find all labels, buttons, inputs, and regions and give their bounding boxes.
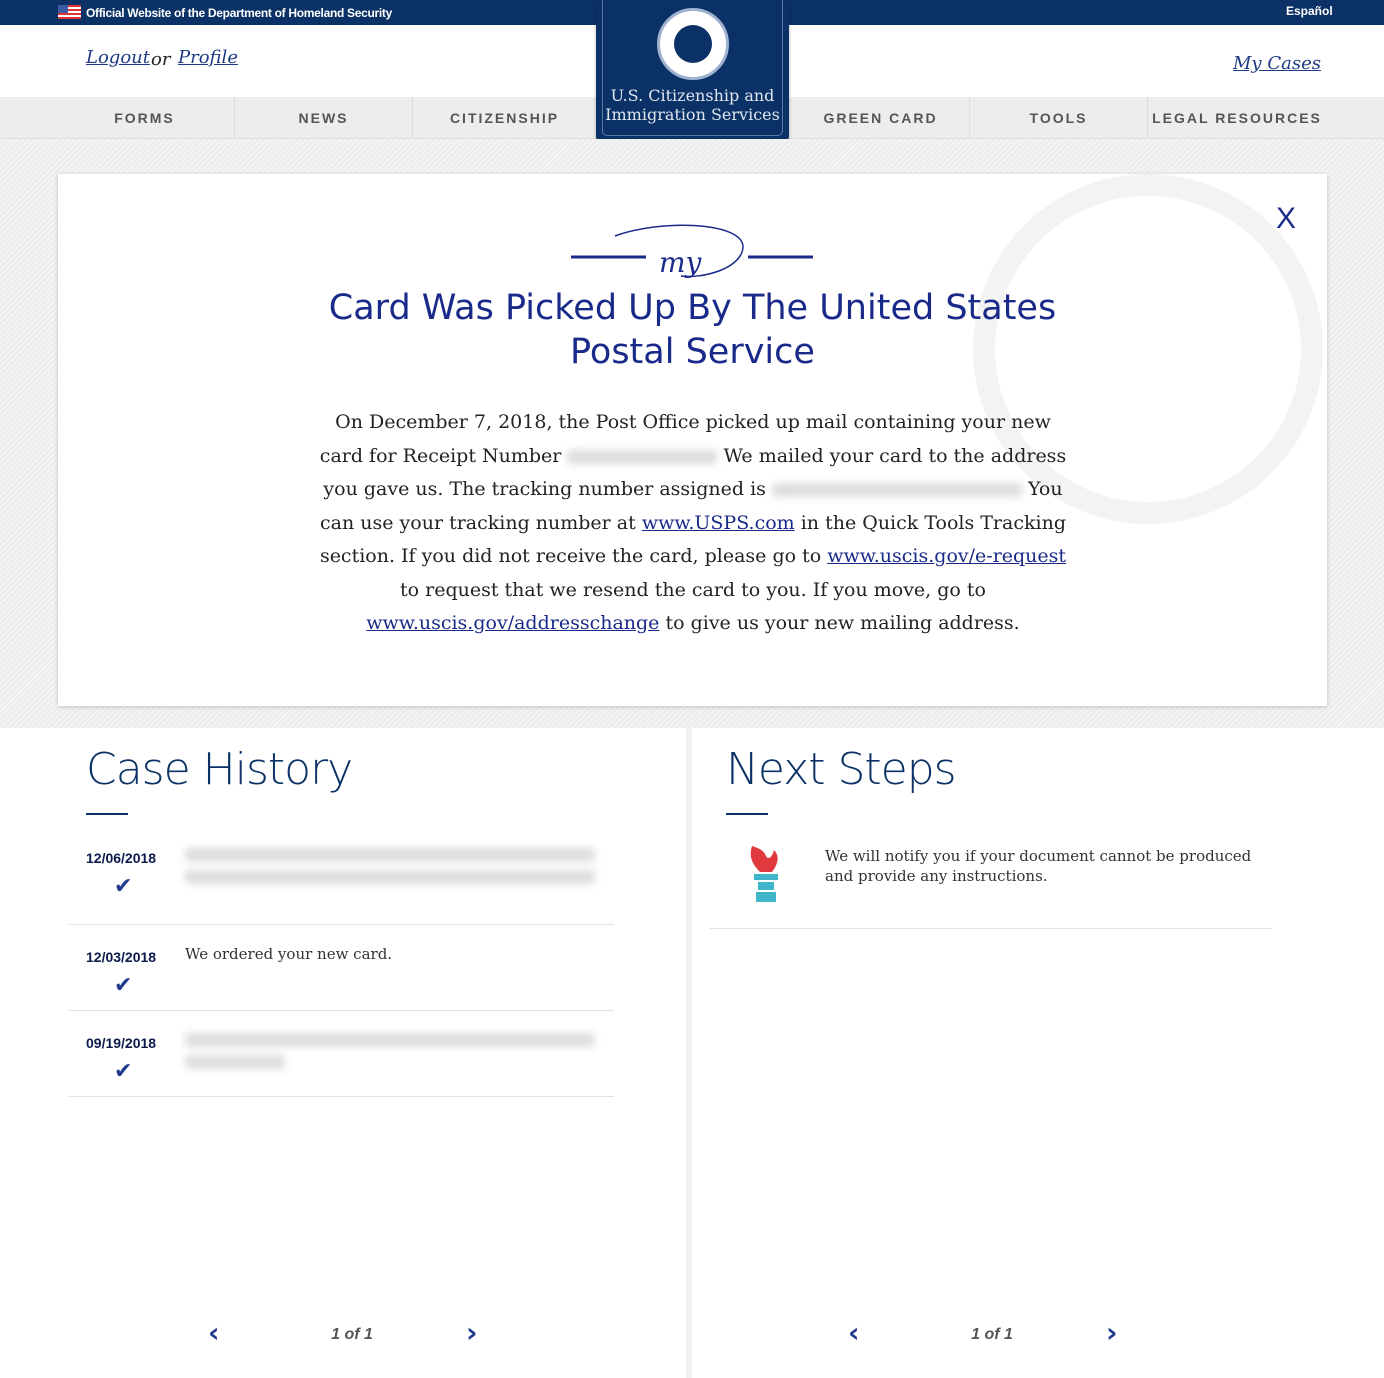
case-status-card: X my Card Was Picked Up By The United St… (58, 174, 1327, 706)
my-cases-link[interactable]: My Cases (1233, 53, 1321, 74)
redacted-tracking-number (771, 483, 1022, 497)
nav-green-card[interactable]: GREEN CARD (792, 97, 970, 139)
checkmark-icon: ✔ (114, 874, 133, 899)
usps-link[interactable]: www.USPS.com (642, 512, 795, 534)
history-date: 12/06/2018 (86, 850, 157, 866)
history-date: 09/19/2018 (86, 1035, 157, 1051)
redacted-history-text (185, 848, 595, 862)
close-button[interactable]: X (1276, 202, 1296, 236)
dhs-seal-icon (657, 8, 729, 80)
status-title: Card Was Picked Up By The United States P… (58, 286, 1327, 374)
my-uscis-logo-icon: my (571, 224, 813, 279)
history-text: We ordered your new card. (185, 945, 393, 963)
status-description: On December 7, 2018, the Post Office pic… (319, 411, 1067, 634)
svg-text:my: my (659, 246, 703, 279)
case-history-title: Case History (86, 744, 353, 795)
redacted-history-text (185, 1055, 285, 1069)
history-date: 12/03/2018 (86, 949, 157, 965)
divider (710, 928, 1272, 929)
chevron-right-icon[interactable]: › (466, 1316, 478, 1349)
history-row: 12/03/2018 ✔ We ordered your new card. (69, 925, 614, 1011)
logout-link[interactable]: Logout (86, 47, 150, 68)
history-row: 09/19/2018 ✔ (69, 1011, 614, 1097)
official-website-text: Official Website of the Department of Ho… (86, 6, 393, 20)
nav-citizenship[interactable]: CITIZENSHIP (413, 97, 596, 139)
next-step-text: We will notify you if your document cann… (825, 847, 1252, 885)
title-rule (86, 813, 128, 815)
chevron-right-icon[interactable]: › (1106, 1316, 1118, 1349)
nav-tools[interactable]: TOOLS (970, 97, 1148, 139)
checkmark-icon: ✔ (114, 973, 133, 998)
redacted-history-text (185, 1033, 595, 1047)
redacted-receipt-number (567, 449, 718, 464)
checkmark-icon: ✔ (114, 1059, 133, 1084)
chevron-left-icon[interactable]: ‹ (848, 1316, 860, 1349)
profile-link[interactable]: Profile (178, 47, 238, 68)
torch-icon (750, 846, 778, 902)
next-steps-title: Next Steps (726, 744, 957, 795)
case-history-pager: ‹ 1 of 1 › (202, 1316, 502, 1356)
history-row: 12/06/2018 ✔ (69, 828, 614, 925)
next-steps-panel: Next Steps We will notify you if your do… (692, 728, 1384, 1378)
status-title-line-1: Card Was Picked Up By The United States (328, 288, 1057, 328)
redacted-history-text (185, 870, 595, 884)
address-change-link[interactable]: www.uscis.gov/addresschange (366, 612, 659, 634)
nav-forms[interactable]: FORMS (0, 97, 235, 139)
logo-line-1: U.S. Citizenship and (610, 86, 775, 105)
page-indicator: 1 of 1 (331, 1326, 373, 1343)
title-rule (726, 813, 768, 815)
logo-line-2: Immigration Services (605, 105, 780, 124)
nav-news[interactable]: NEWS (235, 97, 413, 139)
e-request-link[interactable]: www.uscis.gov/e-request (827, 545, 1066, 567)
status-title-line-2: Postal Service (570, 332, 815, 372)
page-indicator: 1 of 1 (971, 1326, 1013, 1343)
nav-legal-resources[interactable]: LEGAL RESOURCES (1148, 97, 1326, 139)
us-flag-icon (58, 5, 81, 19)
case-history-panel: Case History 12/06/2018 ✔ 12/03/2018 ✔ W… (0, 728, 686, 1378)
next-steps-pager: ‹ 1 of 1 › (842, 1316, 1142, 1356)
chevron-left-icon[interactable]: ‹ (208, 1316, 220, 1349)
language-link-espanol[interactable]: Español (1286, 4, 1333, 18)
uscis-logo[interactable]: U.S. Citizenship and Immigration Services (596, 0, 789, 142)
or-text: or (151, 49, 171, 70)
